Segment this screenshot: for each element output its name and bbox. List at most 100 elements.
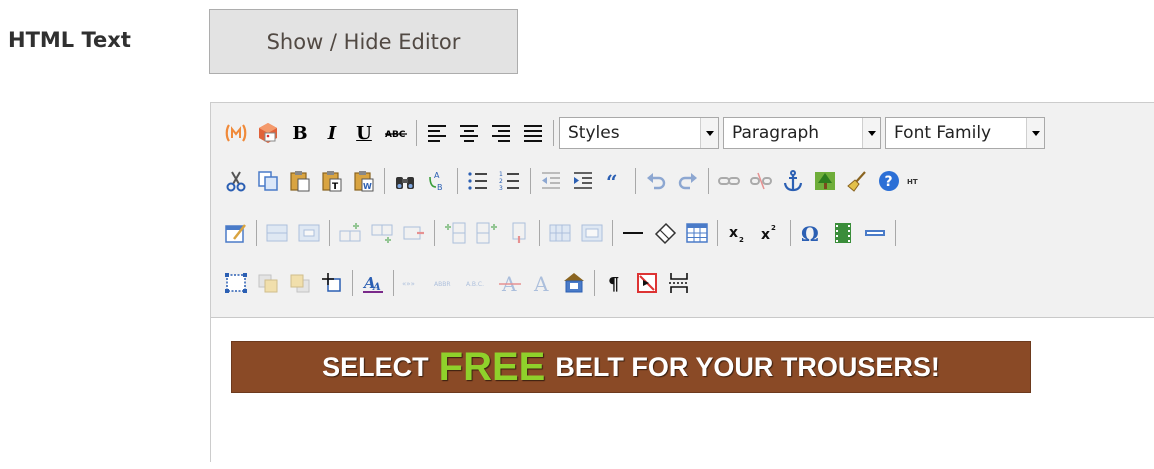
acronym-icon[interactable]: A.B.C. (463, 268, 493, 298)
subscript-icon[interactable]: x2 (723, 218, 753, 248)
toolbar-separator (329, 220, 330, 246)
format-dropdown-label: Paragraph (732, 123, 820, 143)
row-properties-icon[interactable] (262, 218, 292, 248)
indent-icon[interactable] (568, 166, 598, 196)
split-cells-icon[interactable] (545, 218, 575, 248)
toolbar-separator (416, 120, 417, 146)
anchor-icon[interactable] (778, 166, 808, 196)
media-icon[interactable] (828, 218, 858, 248)
strikethrough-icon[interactable]: ABC (381, 118, 411, 148)
insert-row-after-icon[interactable] (367, 218, 397, 248)
align-right-icon[interactable] (486, 118, 516, 148)
toolbar-row-2: T W AB 123 “ ? HT (221, 164, 920, 198)
svg-text:HT: HT (907, 178, 918, 186)
svg-text:T: T (332, 182, 339, 192)
bold-icon[interactable]: B (285, 118, 315, 148)
help-icon[interactable]: ? (874, 166, 904, 196)
insert-column-after-icon[interactable] (472, 218, 502, 248)
insert-row-before-icon[interactable] (335, 218, 365, 248)
insert-column-before-icon[interactable] (440, 218, 470, 248)
svg-text:ABBR: ABBR (434, 281, 451, 288)
attributes-icon[interactable] (559, 268, 589, 298)
outdent-icon[interactable] (536, 166, 566, 196)
find-icon[interactable] (390, 166, 420, 196)
insert-widget-icon[interactable] (221, 118, 251, 148)
insertion-icon[interactable]: A (527, 268, 557, 298)
horizontal-rule-icon[interactable] (618, 218, 648, 248)
unlink-icon[interactable] (746, 166, 776, 196)
insert-table-icon[interactable] (682, 218, 712, 248)
deletion-icon[interactable]: A (495, 268, 525, 298)
svg-text:x: x (729, 225, 738, 241)
underline-icon[interactable]: U (349, 118, 379, 148)
html-source-icon[interactable]: HT (906, 166, 918, 196)
toolbar-separator (612, 220, 613, 246)
delete-column-icon[interactable] (504, 218, 534, 248)
absolute-position-icon[interactable] (317, 268, 347, 298)
image-icon[interactable] (810, 166, 840, 196)
paste-text-icon[interactable]: T (317, 166, 347, 196)
insert-layer-icon[interactable] (221, 268, 251, 298)
edit-css-icon[interactable] (221, 218, 251, 248)
page-break-line-icon[interactable] (664, 268, 694, 298)
align-center-icon[interactable] (454, 118, 484, 148)
numbered-list-icon[interactable]: 123 (495, 166, 525, 196)
svg-text:2: 2 (739, 236, 744, 244)
svg-text:3: 3 (499, 185, 503, 192)
remove-format-icon[interactable] (650, 218, 680, 248)
svg-text:W: W (363, 182, 372, 191)
svg-text:2: 2 (771, 224, 776, 232)
delete-row-icon[interactable] (399, 218, 429, 248)
replace-icon[interactable]: AB (422, 166, 452, 196)
paste-word-icon[interactable]: W (349, 166, 379, 196)
move-forward-icon[interactable] (253, 268, 283, 298)
undo-icon[interactable] (641, 166, 671, 196)
toolbar-separator (434, 220, 435, 246)
link-icon[interactable] (714, 166, 744, 196)
svg-text:ABC: ABC (385, 130, 406, 140)
align-left-icon[interactable] (422, 118, 452, 148)
toolbar-separator (384, 168, 385, 194)
styles-dropdown[interactable]: Styles (559, 117, 719, 149)
merge-cells-icon[interactable] (577, 218, 607, 248)
italic-icon[interactable]: I (317, 118, 347, 148)
toolbar-separator (594, 270, 595, 296)
cut-icon[interactable] (221, 166, 251, 196)
redo-icon[interactable] (673, 166, 703, 196)
svg-text:“: “ (606, 170, 618, 193)
toolbar-separator (708, 168, 709, 194)
svg-text:«»»: «»» (402, 280, 415, 288)
move-backward-icon[interactable] (285, 268, 315, 298)
align-justify-icon[interactable] (518, 118, 548, 148)
styles-dropdown-label: Styles (568, 123, 620, 143)
show-hide-editor-button[interactable]: Show / Hide Editor (209, 9, 518, 74)
toolbar-row-4: AA «»» ABBR A.B.C. A A ¶ (221, 266, 696, 300)
page-break-icon[interactable] (860, 218, 890, 248)
cleanup-icon[interactable] (842, 166, 872, 196)
chevron-down-icon (700, 118, 718, 148)
toolbar-row-1: B I U ABC Styles Paragraph Font Family (221, 116, 1049, 150)
svg-text:1: 1 (499, 171, 503, 178)
blockquote-icon[interactable]: “ (600, 166, 630, 196)
svg-text:x: x (761, 227, 770, 243)
editor-content[interactable]: SELECT FREE BELT FOR YOUR TROUSERS! (211, 319, 1154, 469)
toolbar-separator (895, 220, 896, 246)
field-label: HTML Text (8, 28, 131, 52)
superscript-icon[interactable]: x2 (755, 218, 785, 248)
abbreviation-icon[interactable]: ABBR (431, 268, 461, 298)
non-breaking-icon[interactable] (632, 268, 662, 298)
insert-image-icon[interactable] (253, 118, 283, 148)
svg-text:A.B.C.: A.B.C. (466, 281, 484, 288)
paste-icon[interactable] (285, 166, 315, 196)
cite-icon[interactable]: «»» (399, 268, 429, 298)
format-dropdown[interactable]: Paragraph (723, 117, 881, 149)
cell-properties-icon[interactable] (294, 218, 324, 248)
copy-icon[interactable] (253, 166, 283, 196)
font-family-dropdown[interactable]: Font Family (885, 117, 1045, 149)
styleprops-icon[interactable]: AA (358, 268, 388, 298)
visual-chars-icon[interactable]: ¶ (600, 268, 630, 298)
svg-text:A: A (434, 171, 440, 180)
svg-text:?: ? (885, 174, 893, 190)
special-character-icon[interactable]: Ω (796, 218, 826, 248)
bullet-list-icon[interactable] (463, 166, 493, 196)
